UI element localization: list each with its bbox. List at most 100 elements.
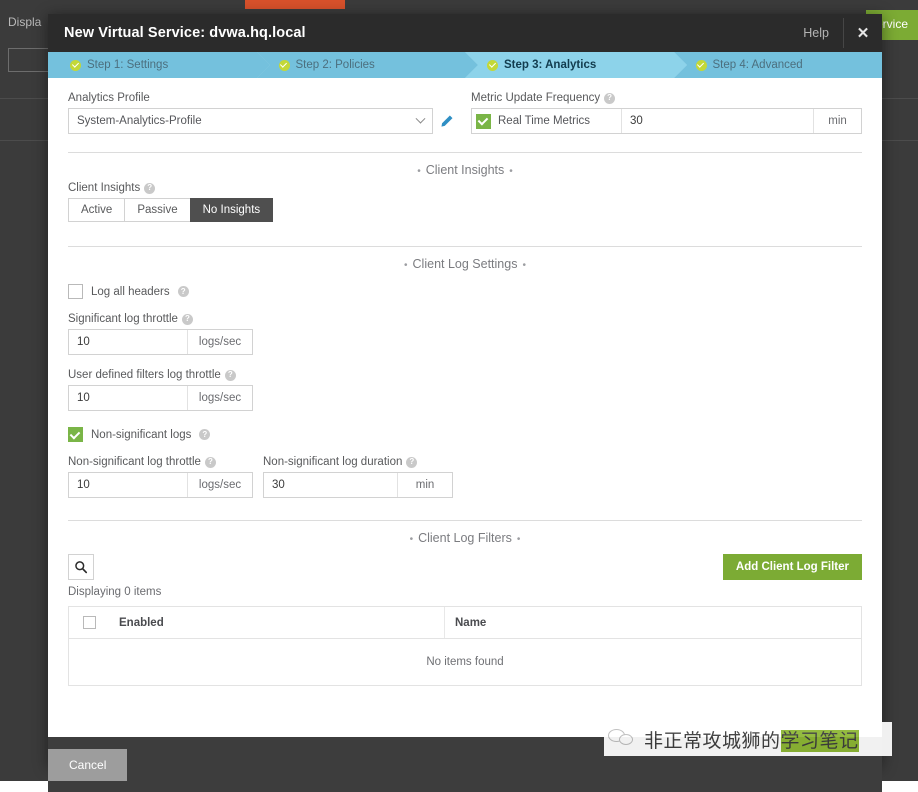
non-significant-log-duration-group: Non-significant log duration ? 30 min	[263, 456, 453, 498]
cancel-button[interactable]: Cancel	[48, 749, 127, 781]
question-icon[interactable]: ?	[406, 457, 417, 468]
metric-update-frequency-label: Metric Update Frequency ?	[471, 92, 862, 104]
question-icon[interactable]: ?	[225, 370, 236, 381]
analytics-profile-row: System-Analytics-Profile	[68, 108, 459, 134]
client-insights-option-no-insights[interactable]: No Insights	[190, 198, 274, 222]
wizard-steps: Step 1: Settings Step 2: Policies Step 3…	[48, 52, 882, 78]
non-significant-fields-row: Non-significant log throttle ? 10 logs/s…	[68, 456, 862, 498]
watermark: 非正常攻城狮的学习笔记	[604, 722, 892, 756]
check-circle-icon	[70, 60, 81, 71]
non-significant-log-throttle-label-text: Non-significant log throttle	[68, 456, 201, 468]
wizard-step-3[interactable]: Step 3: Analytics	[465, 52, 674, 78]
metric-update-frequency-group: Metric Update Frequency ? Real Time Metr…	[465, 92, 868, 134]
watermark-text-highlight: 学习笔记	[781, 730, 859, 752]
bullet-icon: •	[399, 260, 413, 271]
column-header-enabled[interactable]: Enabled	[109, 607, 444, 638]
wizard-step-label: Step 1: Settings	[87, 59, 168, 71]
user-defined-filters-log-throttle-input[interactable]: 10	[69, 386, 187, 410]
non-significant-log-throttle-field: 10 logs/sec	[68, 472, 253, 498]
non-significant-log-duration-unit: min	[397, 473, 452, 497]
question-icon[interactable]: ?	[205, 457, 216, 468]
select-all-cell	[69, 616, 109, 629]
check-circle-icon	[279, 60, 290, 71]
watermark-text-plain: 非正常攻城狮的	[644, 730, 781, 752]
significant-log-throttle-input[interactable]: 10	[69, 330, 187, 354]
real-time-metrics-cell: Real Time Metrics	[472, 109, 622, 133]
background-select[interactable]	[8, 48, 50, 72]
non-significant-log-duration-label: Non-significant log duration ?	[263, 456, 453, 468]
background-displaying-label: Displa	[8, 15, 41, 29]
significant-log-throttle-unit: logs/sec	[187, 330, 252, 354]
user-defined-filters-log-throttle-group: User defined filters log throttle ? 10 l…	[68, 369, 862, 411]
bullet-icon: •	[512, 534, 526, 545]
client-insights-label: Client Insights ?	[68, 182, 862, 194]
analytics-profile-select[interactable]: System-Analytics-Profile	[68, 108, 433, 134]
add-client-log-filter-button[interactable]: Add Client Log Filter	[723, 554, 862, 580]
significant-log-throttle-group: Significant log throttle ? 10 logs/sec	[68, 313, 862, 355]
section-client-insights: •Client Insights•	[68, 152, 862, 180]
help-link[interactable]: Help	[789, 14, 843, 52]
user-defined-filters-log-throttle-label-text: User defined filters log throttle	[68, 369, 221, 381]
client-log-settings-group: Log all headers ? Significant log thrott…	[62, 284, 868, 498]
client-log-filters-table: Enabled Name No items found	[68, 606, 862, 686]
bullet-icon: •	[504, 166, 518, 177]
significant-log-throttle-label-text: Significant log throttle	[68, 313, 178, 325]
question-icon[interactable]: ?	[178, 286, 189, 297]
wizard-step-4[interactable]: Step 4: Advanced	[674, 52, 883, 78]
non-significant-log-throttle-input[interactable]: 10	[69, 473, 187, 497]
user-defined-filters-log-throttle-field: 10 logs/sec	[68, 385, 253, 411]
background-topbar	[0, 0, 918, 10]
non-significant-logs-checkbox[interactable]	[68, 427, 83, 442]
new-virtual-service-modal: New Virtual Service: dvwa.hq.local Help …	[48, 14, 882, 766]
bullet-icon: •	[405, 534, 419, 545]
close-icon[interactable]: ✕	[844, 14, 882, 52]
section-title-text: Client Insights	[426, 163, 505, 177]
section-client-log-filters: •Client Log Filters•	[68, 520, 862, 548]
log-all-headers-label: Log all headers	[91, 286, 170, 298]
non-significant-log-throttle-group: Non-significant log throttle ? 10 logs/s…	[68, 456, 253, 498]
wizard-step-label: Step 2: Policies	[296, 59, 375, 71]
modal-title: New Virtual Service: dvwa.hq.local	[48, 25, 306, 41]
wizard-step-1[interactable]: Step 1: Settings	[48, 52, 257, 78]
bullet-icon: •	[517, 260, 531, 271]
select-all-checkbox[interactable]	[83, 616, 96, 629]
non-significant-log-duration-field: 30 min	[263, 472, 453, 498]
metric-update-frequency-field: Real Time Metrics 30 min	[471, 108, 862, 134]
check-circle-icon	[487, 60, 498, 71]
client-insights-label-text: Client Insights	[68, 182, 140, 194]
non-significant-logs-label: Non-significant logs	[91, 429, 191, 441]
section-client-log-settings-title: •Client Log Settings•	[68, 257, 862, 271]
wechat-logo-icon	[608, 726, 638, 752]
wizard-step-2[interactable]: Step 2: Policies	[257, 52, 466, 78]
modal-header-actions: Help ✕	[789, 14, 882, 52]
wizard-step-label: Step 4: Advanced	[713, 59, 803, 71]
real-time-metrics-checkbox[interactable]	[476, 114, 491, 129]
log-all-headers-checkbox[interactable]	[68, 284, 83, 299]
analytics-profile-label-text: Analytics Profile	[68, 92, 150, 104]
real-time-metrics-label: Real Time Metrics	[498, 115, 590, 127]
check-circle-icon	[696, 60, 707, 71]
pencil-icon[interactable]	[433, 108, 459, 134]
search-icon[interactable]	[68, 554, 94, 580]
client-insights-option-active[interactable]: Active	[68, 198, 124, 222]
top-fields-row: Analytics Profile System-Analytics-Profi…	[62, 92, 868, 134]
analytics-profile-value: System-Analytics-Profile	[77, 115, 202, 127]
client-insights-toggle-group: Active Passive No Insights	[68, 198, 862, 222]
analytics-profile-label: Analytics Profile	[68, 92, 459, 104]
question-icon[interactable]: ?	[604, 93, 615, 104]
displaying-items-label: Displaying 0 items	[68, 586, 161, 598]
user-defined-filters-log-throttle-label: User defined filters log throttle ?	[68, 369, 862, 381]
section-title-text: Client Log Filters	[418, 531, 512, 545]
question-icon[interactable]: ?	[199, 429, 210, 440]
non-significant-log-duration-input[interactable]: 30	[264, 473, 397, 497]
question-icon[interactable]: ?	[182, 314, 193, 325]
metric-update-frequency-unit: min	[813, 109, 861, 133]
metric-update-frequency-label-text: Metric Update Frequency	[471, 92, 600, 104]
client-insights-option-passive[interactable]: Passive	[124, 198, 189, 222]
bullet-icon: •	[412, 166, 426, 177]
column-header-name[interactable]: Name	[444, 607, 861, 638]
modal-header: New Virtual Service: dvwa.hq.local Help …	[48, 14, 882, 52]
question-icon[interactable]: ?	[144, 183, 155, 194]
chevron-down-icon	[416, 113, 426, 123]
metric-update-frequency-input[interactable]: 30	[622, 109, 813, 133]
